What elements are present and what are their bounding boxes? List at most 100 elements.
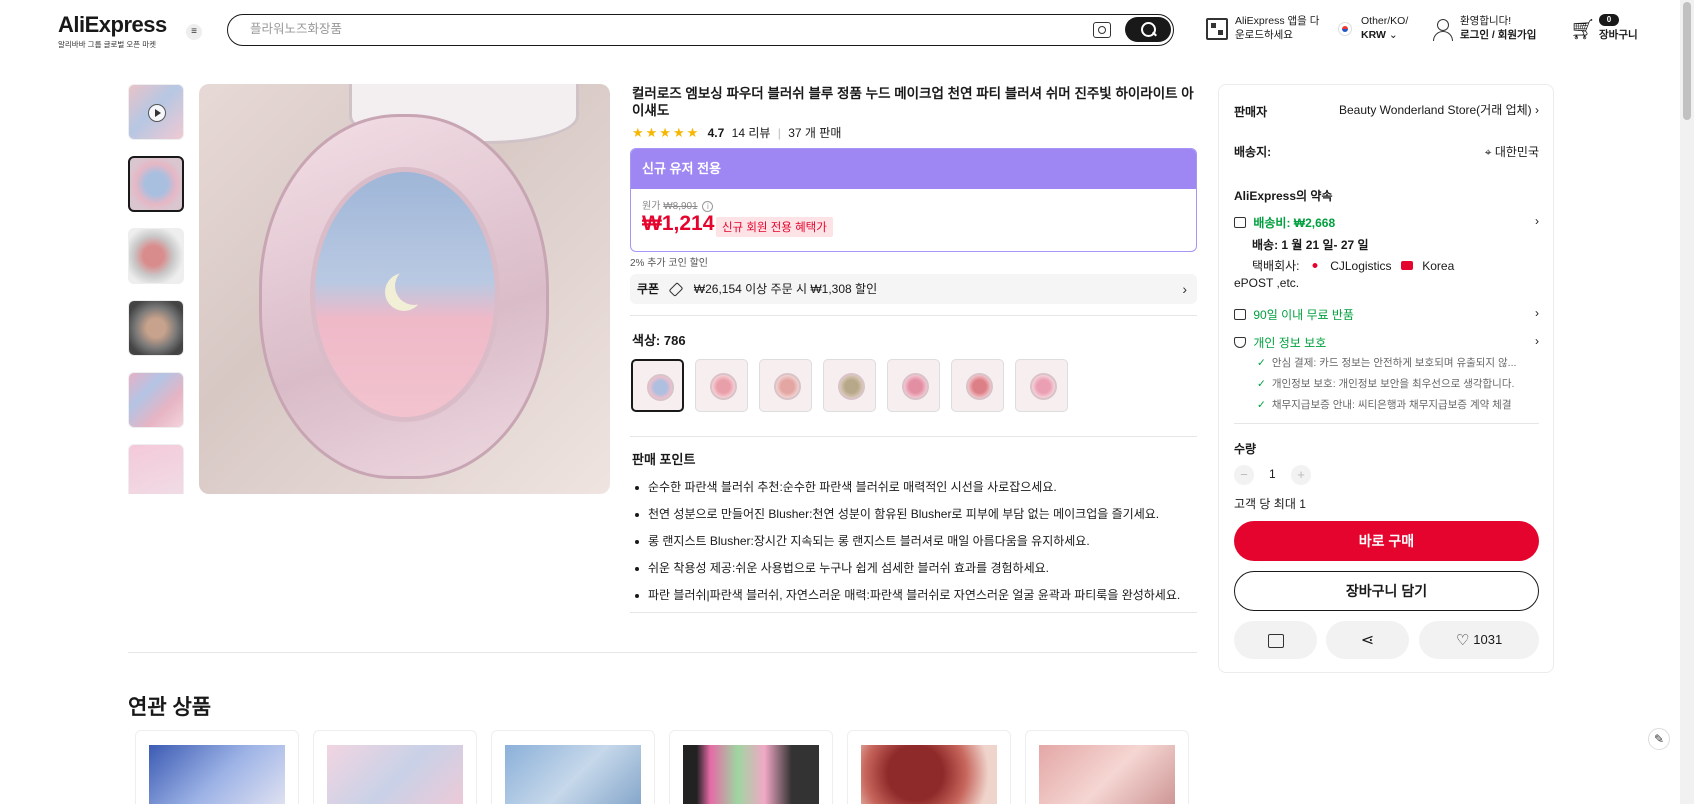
privacy-text: 개인 정보 보호 xyxy=(1253,336,1327,350)
returns-row[interactable]: 90일 이내 무료 반품 xyxy=(1234,306,1354,323)
download-app-link[interactable]: AliExpress 앱을 다 운로드하세요 xyxy=(1235,14,1319,42)
check-icon: ✓ xyxy=(1257,357,1266,369)
chevron-right-icon[interactable]: › xyxy=(1535,334,1539,348)
product-card[interactable] xyxy=(669,730,833,804)
original-price-value: ₩8,901 xyxy=(663,201,698,212)
cart-label[interactable]: 장바구니 xyxy=(1599,28,1638,42)
thumbnail[interactable] xyxy=(128,372,184,428)
locale-line1: Other/KO/ xyxy=(1361,15,1409,27)
scrollbar[interactable] xyxy=(1680,0,1694,804)
quantity-minus-button[interactable]: − xyxy=(1234,465,1254,485)
purchase-panel: 판매자 Beauty Wonderland Store(거래 업체) › 배송지… xyxy=(1218,84,1554,673)
chevron-right-icon[interactable]: › xyxy=(1535,214,1539,228)
chevron-down-icon: ⌄ xyxy=(1388,29,1398,41)
compact-case xyxy=(259,114,549,479)
thumbnail[interactable] xyxy=(128,444,184,494)
promo-header: 신규 유저 전용 xyxy=(631,149,1196,189)
divider xyxy=(630,612,1197,613)
product-card-image xyxy=(505,745,641,804)
korea-flag-icon xyxy=(1338,22,1352,36)
product-card[interactable] xyxy=(313,730,477,804)
qr-code-icon[interactable] xyxy=(1206,18,1228,40)
shipping-fee: 배송비: ₩2,668 xyxy=(1253,216,1336,230)
seller-label: 판매자 xyxy=(1234,105,1268,119)
ship-to-selector[interactable]: ⌖ 대한민국 xyxy=(1485,143,1539,160)
currency: KRW xyxy=(1361,29,1386,41)
account-link[interactable]: 환영합니다! 로그인 / 회원가입 xyxy=(1460,14,1536,42)
related-products-title: 연관 상품 xyxy=(128,696,212,719)
user-icon[interactable] xyxy=(1432,18,1453,42)
color-swatch[interactable] xyxy=(887,359,940,412)
edit-pencil-icon[interactable]: ✎ xyxy=(1648,728,1670,750)
new-user-badge: 신규 회원 전용 혜택가 xyxy=(716,217,833,237)
logo[interactable]: AliExpress 알리바바 그룹 글로벌 오픈 마켓 xyxy=(58,12,167,50)
color-swatch[interactable] xyxy=(1015,359,1068,412)
product-card-image xyxy=(1039,745,1175,804)
shield-icon xyxy=(1234,337,1246,348)
selling-points-list: 순수한 파란색 블러쉬 추천:순수한 파란색 블러쉬로 매력적인 시선을 사로잡… xyxy=(632,474,1207,609)
info-icon[interactable]: i xyxy=(702,201,714,212)
search-input[interactable] xyxy=(250,22,1050,36)
return-box-icon xyxy=(1234,309,1246,320)
logo-subtitle: 알리바바 그룹 글로벌 오픈 마켓 xyxy=(58,40,157,49)
quantity-label: 수량 xyxy=(1234,442,1257,456)
per-customer-limit: 고객 당 최대 1 xyxy=(1234,497,1306,511)
color-swatch[interactable] xyxy=(951,359,1004,412)
review-count[interactable]: 14 리뷰 xyxy=(732,126,771,140)
cart-icon[interactable]: 🛒︎ xyxy=(1570,20,1595,40)
locale-selector[interactable]: Other/KO/ KRW ⌄ xyxy=(1361,14,1408,42)
coupon-text: ₩26,154 이상 주문 시 ₩1,308 할인 xyxy=(693,282,878,296)
location-pin-icon: ⌖ xyxy=(1484,145,1495,159)
seller-link[interactable]: Beauty Wonderland Store(거래 업체) › xyxy=(1339,101,1539,118)
chevron-right-icon[interactable]: › xyxy=(1535,306,1539,320)
selling-point: 천연 성분으로 만들어진 Blusher:천연 성분이 함유된 Blusher로… xyxy=(632,501,1207,528)
search-bar xyxy=(227,14,1174,46)
add-to-cart-button[interactable]: 장바구니 담기 xyxy=(1234,571,1539,611)
product-card[interactable] xyxy=(847,730,1011,804)
ship-to-country: 대한민국 xyxy=(1494,145,1539,159)
divider xyxy=(128,652,1197,653)
login-link[interactable]: 로그인 / 회원가입 xyxy=(1460,29,1536,41)
coupon-tag-icon xyxy=(669,282,684,298)
camera-search-icon[interactable] xyxy=(1093,22,1111,38)
store-button[interactable] xyxy=(1234,621,1317,659)
wishlist-button[interactable]: ♡ 1031 xyxy=(1419,621,1539,659)
menu-icon[interactable]: ≡ xyxy=(186,24,202,40)
main-product-image[interactable] xyxy=(199,84,610,494)
app-line2: 운로드하세요 xyxy=(1235,29,1293,41)
thumbnail[interactable] xyxy=(128,300,184,356)
scrollbar-thumb[interactable] xyxy=(1683,2,1691,120)
thumbnail[interactable] xyxy=(128,156,184,212)
courier-etc: ePOST ,etc. xyxy=(1234,276,1300,290)
product-card[interactable] xyxy=(135,730,299,804)
product-card[interactable] xyxy=(1025,730,1189,804)
share-icon: ⋖ xyxy=(1360,631,1375,649)
related-products-list xyxy=(135,730,1189,804)
search-button[interactable] xyxy=(1125,17,1171,42)
coupon-row[interactable]: 쿠폰 ₩26,154 이상 주문 시 ₩1,308 할인 › xyxy=(630,274,1197,304)
original-price: 원가 ₩8,901 i xyxy=(642,197,714,212)
color-swatch[interactable] xyxy=(823,359,876,412)
coupon-label: 쿠폰 xyxy=(637,282,660,296)
product-card[interactable] xyxy=(491,730,655,804)
quantity-value[interactable]: 1 xyxy=(1269,467,1276,481)
color-swatch[interactable] xyxy=(631,359,684,412)
courier-cj: CJLogistics xyxy=(1330,259,1392,273)
share-button[interactable]: ⋖ xyxy=(1326,621,1409,659)
color-swatch[interactable] xyxy=(695,359,748,412)
quantity-plus-button[interactable]: + xyxy=(1291,465,1311,485)
thumbnail-video[interactable] xyxy=(128,84,184,140)
buy-now-button[interactable]: 바로 구매 xyxy=(1234,521,1539,561)
cj-logo-icon xyxy=(1308,261,1321,270)
shipping-fee-row[interactable]: 배송비: ₩2,668 xyxy=(1234,214,1335,231)
chevron-right-icon: › xyxy=(1182,281,1187,297)
promise-title: AliExpress의 약속 xyxy=(1234,189,1333,203)
check-icon: ✓ xyxy=(1257,399,1266,411)
privacy-row[interactable]: 개인 정보 보호 xyxy=(1234,334,1326,351)
color-swatch[interactable] xyxy=(759,359,812,412)
product-card-image xyxy=(861,745,997,804)
cart-count-badge: 0 xyxy=(1599,14,1619,26)
privacy-item: ✓ 안심 결제: 카드 정보는 안전하게 보호되며 유출되지 않... xyxy=(1257,357,1517,369)
coin-discount-note: 2% 추가 코인 할인 xyxy=(630,258,708,269)
thumbnail[interactable] xyxy=(128,228,184,284)
